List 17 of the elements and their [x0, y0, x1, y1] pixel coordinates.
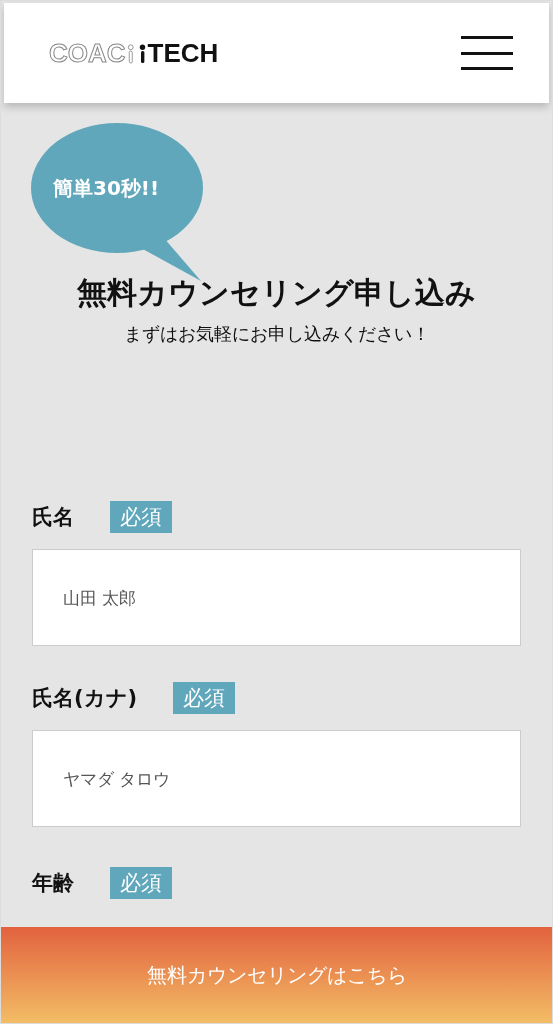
figure-icon — [137, 42, 147, 66]
field-label: 氏名(カナ) — [32, 685, 138, 712]
required-tag: 必須 — [110, 867, 172, 899]
field-label: 氏名 — [32, 504, 74, 531]
cta-button[interactable]: 無料カウンセリングはこちら — [1, 927, 552, 1023]
field-label: 年齢 — [32, 870, 74, 897]
logo-text: COAC — [49, 40, 126, 66]
input-field[interactable]: ヤマダ タロウ — [32, 730, 521, 827]
badge-text: 簡単30秒!! — [53, 175, 160, 202]
menu-icon[interactable] — [461, 36, 513, 70]
required-tag: 必須 — [110, 501, 172, 533]
input-field[interactable]: 山田 太郎 — [32, 549, 521, 646]
logo-text: TECH — [147, 40, 219, 66]
page-title: 無料カウンセリング申し込み — [76, 274, 477, 312]
required-tag: 必須 — [173, 682, 236, 714]
figure-icon — [126, 42, 136, 66]
subtitle: まずはお気軽にお申し込みください！ — [122, 322, 431, 346]
